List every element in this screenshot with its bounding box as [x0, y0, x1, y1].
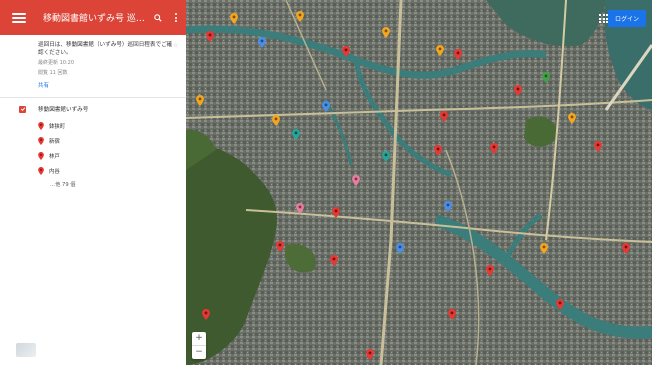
list-item-label: 内谷 — [49, 168, 60, 175]
map-title: 移動図書館いずみ号 巡… — [43, 14, 145, 24]
zoom-control: + − — [192, 332, 206, 359]
more-options-icon[interactable] — [169, 11, 183, 25]
map-marker[interactable] — [434, 145, 442, 156]
sign-in-button[interactable]: ログイン — [607, 10, 646, 27]
layer-checkbox[interactable] — [19, 105, 26, 113]
map-pin-icon — [38, 166, 44, 175]
map-pin-icon — [38, 136, 44, 145]
list-item[interactable]: 林戸 — [38, 148, 186, 163]
map-marker[interactable] — [594, 141, 602, 152]
map-marker[interactable] — [622, 243, 630, 254]
layer-items: ⌄ 鉢狭町 新宿 林戸 内谷 — [0, 118, 186, 178]
map-marker[interactable] — [292, 129, 300, 140]
list-item-label: 鉢狭町 — [49, 123, 66, 130]
list-item-label: 新宿 — [49, 138, 60, 145]
apps-grid-icon[interactable] — [599, 14, 608, 23]
map-marker[interactable] — [540, 243, 548, 254]
map-marker[interactable] — [454, 49, 462, 60]
list-item[interactable]: 内谷 — [38, 163, 186, 178]
map-marker[interactable] — [568, 113, 576, 124]
map-marker[interactable] — [444, 201, 452, 212]
map-pin-icon — [38, 151, 44, 160]
map-marker[interactable] — [276, 241, 284, 252]
app-bar: 移動図書館いずみ号 巡… — [0, 0, 186, 35]
description-text: 巡回日は、移動図書館（いずみ号）巡回日程表でご確認ください。 — [38, 42, 173, 56]
map-marker[interactable] — [258, 37, 266, 48]
layer-name: 移動図書館いずみ号 — [38, 107, 89, 113]
map-marker[interactable] — [382, 151, 390, 162]
map-marker[interactable] — [196, 95, 204, 106]
map-marker[interactable] — [448, 309, 456, 320]
map-marker[interactable] — [366, 349, 374, 360]
sidebar-panel: 移動図書館いずみ号 巡… ☆ 巡回日は、移動図書館（いずみ号）巡回日程表でご確認… — [0, 0, 186, 365]
map-marker[interactable] — [296, 203, 304, 214]
map-marker[interactable] — [206, 31, 214, 42]
star-icon[interactable]: ☆ — [173, 42, 178, 49]
map-marker[interactable] — [332, 207, 340, 218]
map-marker[interactable] — [542, 72, 550, 83]
map-marker[interactable] — [436, 45, 444, 56]
map-marker[interactable] — [230, 13, 238, 24]
map-description: ☆ 巡回日は、移動図書館（いずみ号）巡回日程表でご確認ください。 最終更新 10… — [0, 35, 186, 93]
map-marker[interactable] — [382, 27, 390, 38]
map-marker[interactable] — [202, 309, 210, 320]
list-item[interactable]: 鉢狭町 — [38, 118, 186, 133]
map-marker[interactable] — [490, 143, 498, 154]
map-marker[interactable] — [322, 101, 330, 112]
list-item[interactable]: 新宿 — [38, 133, 186, 148]
map-marker[interactable] — [272, 115, 280, 126]
map-marker[interactable] — [352, 175, 360, 186]
last-updated: 最終更新 10:20 — [38, 60, 74, 66]
map-pin-icon — [38, 121, 44, 130]
map-marker[interactable] — [342, 46, 350, 57]
search-icon[interactable] — [151, 11, 165, 25]
map-marker[interactable] — [514, 85, 522, 96]
map-canvas[interactable]: ログイン + − — [186, 0, 652, 365]
basemap-thumbnail[interactable] — [16, 343, 36, 357]
map-marker[interactable] — [486, 265, 494, 276]
more-items-link[interactable]: …他 79 個 — [0, 178, 186, 190]
satellite-map — [186, 0, 652, 365]
layer-header[interactable]: 移動図書館いずみ号 — [0, 102, 186, 116]
map-marker[interactable] — [440, 111, 448, 122]
menu-icon[interactable] — [12, 12, 26, 23]
map-marker[interactable] — [396, 243, 404, 254]
zoom-out-button[interactable]: − — [192, 345, 206, 359]
map-marker[interactable] — [330, 255, 338, 266]
view-count: 閲覧 11 回数 — [38, 70, 68, 76]
share-link[interactable]: 共有 — [38, 81, 174, 89]
map-marker[interactable] — [296, 11, 304, 22]
zoom-in-button[interactable]: + — [192, 332, 206, 345]
divider — [0, 97, 186, 98]
list-item-label: 林戸 — [49, 153, 60, 160]
map-marker[interactable] — [556, 299, 564, 310]
